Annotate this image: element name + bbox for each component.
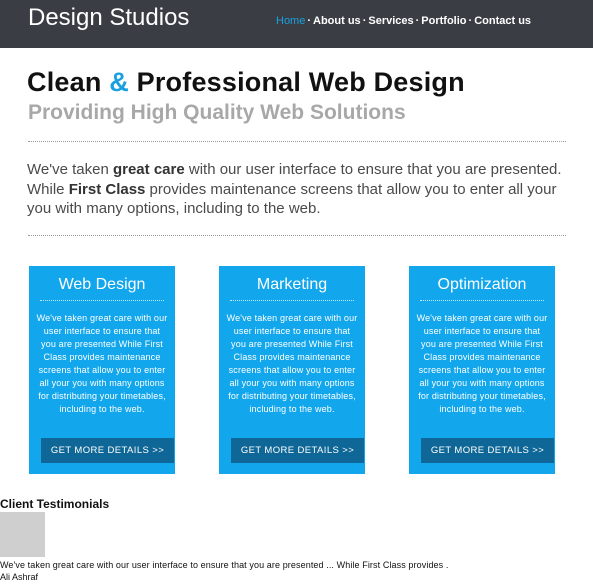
testimonial-quote: We've taken great care with our user int…	[0, 560, 449, 570]
card-text: We've taken great care with our user int…	[226, 313, 358, 414]
nav-separator: ·	[307, 15, 312, 27]
nav-separator: ·	[468, 15, 473, 27]
intro-bold: First Class	[68, 180, 146, 198]
page-subtitle: Providing High Quality Web Solutions	[28, 101, 406, 124]
site-header: Design Studios Home · About us · Services · Po…	[0, 0, 593, 48]
title-text: Clean	[27, 67, 110, 97]
card-title: Marketing	[230, 276, 354, 301]
card-text: We've taken great care with our user int…	[36, 313, 168, 414]
nav-portfolio[interactable]: Portfolio	[421, 15, 466, 27]
card-title: Optimization	[420, 276, 544, 301]
divider	[28, 235, 566, 236]
intro-paragraph: We've taken great care with our user int…	[27, 160, 572, 219]
nav-home[interactable]: Home	[276, 15, 305, 27]
card-text: We've taken great care with our user int…	[416, 313, 548, 414]
title-ampersand: &	[109, 67, 129, 97]
testimonial-author: Ali Ashraf	[0, 572, 39, 582]
nav-contact-us[interactable]: Contact us	[474, 15, 531, 27]
nav-separator: ·	[362, 15, 367, 27]
get-more-details-button[interactable]: GET MORE DETAILS >>	[41, 438, 174, 463]
testimonials-heading: Client Testimonials	[0, 497, 110, 511]
nav-services[interactable]: Services	[368, 15, 413, 27]
divider	[28, 141, 566, 142]
intro-text: We've taken	[27, 161, 113, 178]
nav-separator: ·	[415, 15, 420, 27]
nav-about-us[interactable]: About us	[313, 15, 361, 27]
service-card-optimization: Optimization We've taken great care with…	[409, 266, 555, 474]
main-nav: Home · About us · Services · Portfolio · Contact…	[276, 15, 531, 27]
service-card-marketing: Marketing We've taken great care with ou…	[219, 266, 365, 474]
title-text: Professional Web Design	[128, 67, 465, 97]
site-logo[interactable]: Design Studios	[28, 4, 189, 32]
get-more-details-button[interactable]: GET MORE DETAILS >>	[231, 438, 364, 463]
get-more-details-button[interactable]: GET MORE DETAILS >>	[421, 438, 554, 463]
intro-bold: great care	[112, 161, 185, 178]
avatar	[0, 512, 45, 557]
page-title: Clean & Professional Web Design	[27, 67, 465, 98]
card-title: Web Design	[40, 276, 164, 301]
service-card-web-design: Web Design We've taken great care with o…	[29, 266, 175, 474]
